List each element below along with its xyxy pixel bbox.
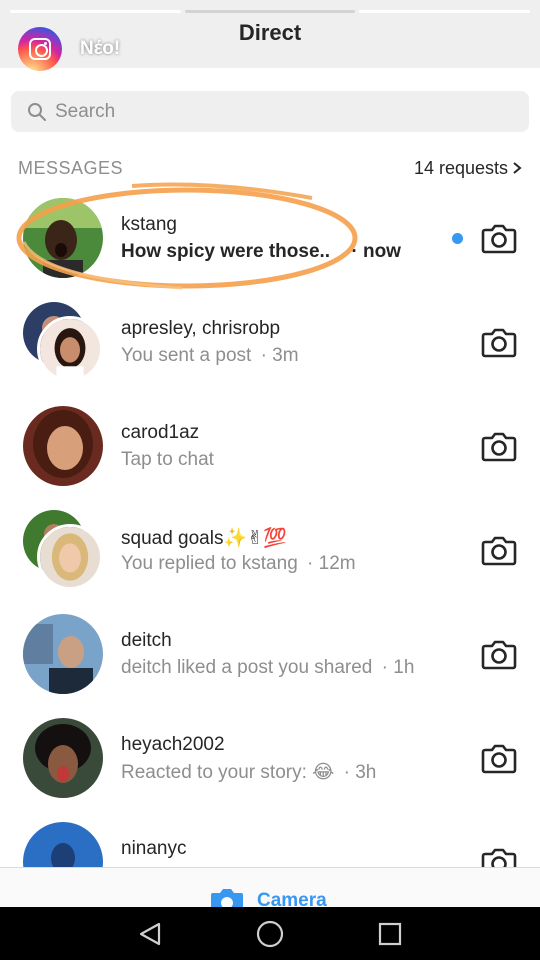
thread-preview: How spicy were those.. · now: [121, 241, 401, 263]
search-input[interactable]: [55, 100, 515, 123]
thread-name: squad goals✨✌💯: [121, 528, 287, 549]
avatar-group: [23, 510, 103, 590]
camera-icon[interactable]: [481, 326, 517, 358]
thread-row[interactable]: squad goals✨✌💯 You replied to kstang · 1…: [0, 498, 540, 602]
requests-label: 14 requests: [413, 157, 508, 178]
system-nav-bar: [0, 907, 540, 960]
story-progress-segment: [10, 10, 181, 13]
thread-time: · 3m: [260, 345, 299, 366]
page-title: Direct: [238, 20, 302, 45]
unread-dot: [452, 233, 463, 244]
avatar: [23, 198, 103, 278]
thread-row[interactable]: kstang How spicy were those.. · now: [0, 186, 540, 290]
camera-icon[interactable]: [481, 742, 517, 774]
requests-link[interactable]: 14 requests: [414, 158, 522, 179]
thread-preview-text: How spicy were those..: [121, 241, 331, 262]
thread-name: kstang: [121, 214, 177, 235]
avatar: [23, 406, 103, 486]
story-progress-overlay: [10, 10, 531, 13]
thread-row[interactable]: deitch deitch liked a post you shared · …: [0, 602, 540, 706]
thread-time: · 12m: [307, 553, 356, 574]
story-progress-segment: [359, 10, 531, 13]
thread-preview: Tap to chat: [121, 449, 214, 471]
thread-preview-text: You replied to kstang: [121, 553, 298, 574]
thread-list: kstang How spicy were those.. · now apre…: [0, 186, 540, 914]
thread-preview-text: deitch liked a post you shared: [121, 657, 373, 678]
camera-label: Camera: [257, 890, 327, 907]
recents-square-icon[interactable]: [375, 919, 405, 949]
thread-preview: Reacted to your story: 😂 · 3h: [121, 761, 376, 784]
thread-name: ninanyc: [121, 838, 187, 859]
search-bar[interactable]: [11, 91, 529, 132]
bottom-camera-bar[interactable]: Camera: [0, 867, 540, 907]
thread-preview: You replied to kstang · 12m: [121, 553, 356, 575]
camera-icon[interactable]: [481, 638, 517, 670]
camera-icon[interactable]: [481, 534, 517, 566]
chevron-right-icon: [513, 162, 522, 174]
home-circle-icon[interactable]: [255, 919, 285, 949]
thread-preview-text: Reacted to your story: 😂: [121, 762, 335, 783]
thread-preview: You sent a post · 3m: [121, 345, 299, 367]
thread-name: deitch: [121, 630, 172, 651]
thread-time: · 1h: [381, 657, 415, 678]
thread-name: heyach2002: [121, 734, 225, 755]
story-progress-segment: [184, 10, 356, 13]
avatar-group: [23, 302, 103, 382]
thread-time: · now: [351, 241, 401, 262]
camera-icon[interactable]: [481, 222, 517, 254]
thread-row[interactable]: apresley, chrisrobp You sent a post · 3m: [0, 290, 540, 394]
avatar: [23, 718, 103, 798]
camera-icon[interactable]: [481, 430, 517, 462]
messages-section-header: MESSAGES 14 requests: [18, 156, 522, 180]
thread-name: apresley, chrisrobp: [121, 318, 281, 339]
avatar: [37, 524, 103, 590]
back-triangle-icon[interactable]: [135, 919, 165, 949]
thread-preview-text: Tap to chat: [121, 449, 214, 470]
thread-preview-text: You sent a post: [121, 345, 252, 366]
thread-preview: deitch liked a post you shared · 1h: [121, 657, 414, 679]
thread-row[interactable]: heyach2002 Reacted to your story: 😂 · 3h: [0, 706, 540, 810]
avatar: [23, 614, 103, 694]
search-icon: [28, 102, 46, 121]
thread-name: carod1az: [121, 422, 200, 443]
avatar: [37, 316, 103, 382]
thread-row[interactable]: carod1az Tap to chat: [0, 394, 540, 498]
thread-time: · 3h: [343, 762, 377, 783]
camera-icon: [211, 889, 243, 907]
messages-label: MESSAGES: [18, 157, 124, 178]
